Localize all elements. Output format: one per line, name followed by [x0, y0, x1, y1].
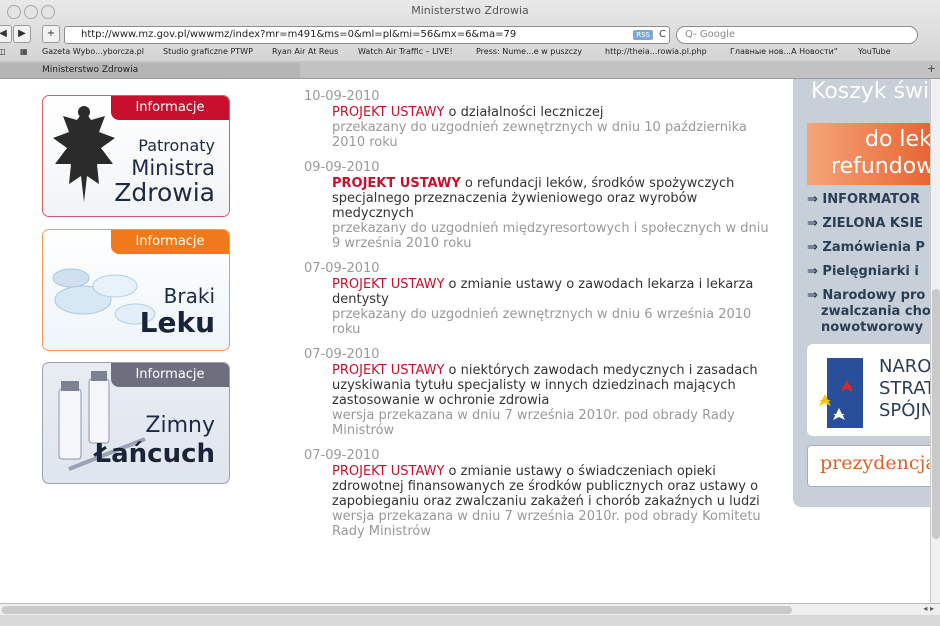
logo-line: SPÓJN	[879, 400, 935, 421]
news-item: 09-09-2010 PROJEKT USTAWY o refundacji l…	[304, 160, 774, 251]
promo-braki-leku[interactable]: Informacje Braki Leku	[42, 229, 230, 351]
tab-label: Ministerstwo Zdrowia	[42, 65, 139, 75]
sidebar-link-cont[interactable]: nowotworowy	[821, 320, 923, 336]
news-status: przekazany do uzgodnień międzyresortowyc…	[332, 221, 769, 251]
promo-badge: Informacje	[111, 230, 229, 254]
news-date: 07-09-2010	[304, 347, 380, 362]
bookmark-item[interactable]: Ryan Air At Reus	[272, 47, 338, 56]
promo-patronaty[interactable]: Informacje Patronaty Ministra Zdrowia	[42, 95, 230, 217]
news-title[interactable]: o działalności leczniczej	[444, 105, 604, 120]
logo-line: STRAT	[879, 378, 936, 399]
news-date: 10-09-2010	[304, 89, 380, 104]
sidebar-header[interactable]: Koszyk świa	[811, 79, 940, 104]
sidebar-link[interactable]: ⇒ Pielęgniarki i	[807, 264, 919, 280]
promo-line: Patronaty	[138, 136, 215, 155]
news-date: 09-09-2010	[304, 160, 380, 175]
vertical-scroll-thumb[interactable]	[932, 289, 940, 539]
promo-line: Zimny	[145, 413, 215, 438]
scroll-arrows-icon[interactable]: ◂ ▸	[923, 604, 934, 613]
promo-zimny-lancuch[interactable]: Informacje Zimny Łańcuch	[42, 362, 230, 484]
news-title-link[interactable]: PROJEKT USTAWY	[332, 277, 444, 292]
promo-line: Zdrowia	[114, 178, 215, 207]
sidebar-link[interactable]: ⇒ Narodowy pro	[807, 288, 925, 304]
news-item: 07-09-2010 PROJEKT USTAWY o niektórych z…	[304, 347, 774, 438]
address-text: http://www.mz.gov.pl/wwwmz/index?mr=m491…	[81, 29, 517, 40]
promo-badge: Informacje	[111, 96, 229, 120]
prezydencja-banner[interactable]: prezydencja	[807, 445, 940, 487]
refund-line: refundow	[831, 154, 935, 179]
sidebar-link-cont[interactable]: zwalczania cho	[821, 304, 931, 320]
bookmarks-bar: ◫ ▦ Gazeta Wybo...yborcza.pl Studio graf…	[0, 46, 940, 60]
news-status: wersja przekazana w dniu 7 września 2010…	[332, 408, 735, 438]
navigation-toolbar: ◀ ▶ + http://www.mz.gov.pl/wwwmz/index?m…	[0, 23, 940, 45]
search-field[interactable]: Q- Google	[676, 26, 918, 44]
bookmark-item[interactable]: Studio graficzne PTWP	[163, 47, 253, 56]
promo-line: Braki	[163, 284, 215, 308]
refund-banner[interactable]: do lek refundow	[807, 123, 940, 185]
news-date: 07-09-2010	[304, 261, 380, 276]
promo-line: Łańcuch	[94, 439, 215, 469]
news-title-link[interactable]: PROJEKT USTAWY	[332, 105, 444, 120]
back-button[interactable]: ◀	[0, 25, 12, 43]
refund-line: do lek	[865, 127, 932, 152]
reading-list-icon[interactable]: ◫	[0, 47, 6, 56]
logo-text: NARO STRAT SPÓJN	[879, 356, 935, 422]
title-bar: Ministerstwo Zdrowia	[0, 0, 940, 22]
news-body: PROJEKT USTAWY o zmianie ustawy o świadc…	[332, 464, 774, 539]
address-bar[interactable]: http://www.mz.gov.pl/wwwmz/index?mr=m491…	[64, 26, 670, 44]
eagle-emblem-icon	[53, 106, 115, 202]
news-item: 07-09-2010 PROJEKT USTAWY o zmianie usta…	[304, 261, 774, 337]
news-item: 10-09-2010 PROJEKT USTAWY o działalności…	[304, 89, 774, 150]
forward-button[interactable]: ▶	[13, 25, 31, 43]
news-body: PROJEKT USTAWY o działalności leczniczej…	[332, 105, 774, 150]
news-body: PROJEKT USTAWY o zmianie ustawy o zawoda…	[332, 277, 774, 337]
rss-button[interactable]: RSS	[633, 30, 653, 40]
vertical-scrollbar[interactable]	[930, 79, 940, 603]
prezydencja-text: prezydencja	[820, 452, 937, 474]
bookmark-item[interactable]: http://theia...rowia.pl.php	[605, 47, 707, 56]
news-status: przekazany do uzgodnień zewnętrznych w d…	[332, 307, 752, 337]
status-bar	[0, 615, 940, 626]
news-list: 10-09-2010 PROJEKT USTAWY o działalności…	[304, 89, 774, 549]
news-title-link[interactable]: PROJEKT USTAWY	[332, 464, 444, 479]
bookmark-item[interactable]: YouTube	[858, 47, 891, 56]
bookmark-item[interactable]: Press: Nume...e w puszczy	[476, 47, 582, 56]
news-body: PROJEKT USTAWY o refundacji leków, środk…	[332, 176, 774, 251]
bookmark-item[interactable]: Watch Air Traffic – LIVE!	[358, 47, 453, 56]
search-placeholder: Q- Google	[685, 29, 736, 40]
sidebar-link[interactable]: ⇒ ZIELONA KSIE	[807, 216, 923, 232]
promo-line: Leku	[139, 306, 215, 339]
show-all-bookmarks-icon[interactable]: ▦	[20, 47, 28, 56]
add-bookmark-button[interactable]: +	[42, 25, 60, 43]
bookmark-item[interactable]: Главные нов...А Новости"	[730, 47, 838, 56]
tab-bar: Ministerstwo Zdrowia +	[0, 61, 940, 78]
promo-line: Ministra	[131, 156, 215, 180]
promo-badge: Informacje	[111, 363, 229, 387]
news-status: przekazany do uzgodnień zewnętrznych w d…	[332, 120, 747, 150]
news-body: PROJEKT USTAWY o niektórych zawodach med…	[332, 363, 774, 438]
reload-icon[interactable]: C	[659, 27, 666, 43]
eu-stars-logo-icon	[819, 358, 863, 428]
tab-ministerstwo-zdrowia[interactable]: Ministerstwo Zdrowia	[0, 63, 300, 78]
news-status: wersja przekazana w dniu 7 września 2010…	[332, 509, 761, 539]
horizontal-scroll-thumb[interactable]	[2, 606, 792, 614]
page-content: Informacje Patronaty Ministra Zdrowia In…	[0, 79, 940, 603]
logo-line: NARO	[879, 356, 932, 377]
sidebar-link[interactable]: ⇒ INFORMATOR	[807, 192, 920, 208]
news-title-link[interactable]: PROJEKT USTAWY	[332, 176, 461, 191]
sidebar-link[interactable]: ⇒ Zamówienia P	[807, 240, 925, 256]
news-item: 07-09-2010 PROJEKT USTAWY o zmianie usta…	[304, 448, 774, 539]
new-tab-icon[interactable]: +	[927, 62, 936, 75]
browser-chrome: Ministerstwo Zdrowia ◀ ▶ + http://www.mz…	[0, 0, 940, 79]
news-date: 07-09-2010	[304, 448, 380, 463]
news-title-link[interactable]: PROJEKT USTAWY	[332, 363, 444, 378]
cohesion-strategy-logo[interactable]: NARO STRAT SPÓJN	[807, 344, 940, 436]
right-sidebar: Koszyk świa do lek refundow ⇒ INFORMATOR…	[793, 79, 940, 507]
window-title: Ministerstwo Zdrowia	[411, 4, 529, 17]
bookmark-item[interactable]: Gazeta Wybo...yborcza.pl	[42, 47, 144, 56]
